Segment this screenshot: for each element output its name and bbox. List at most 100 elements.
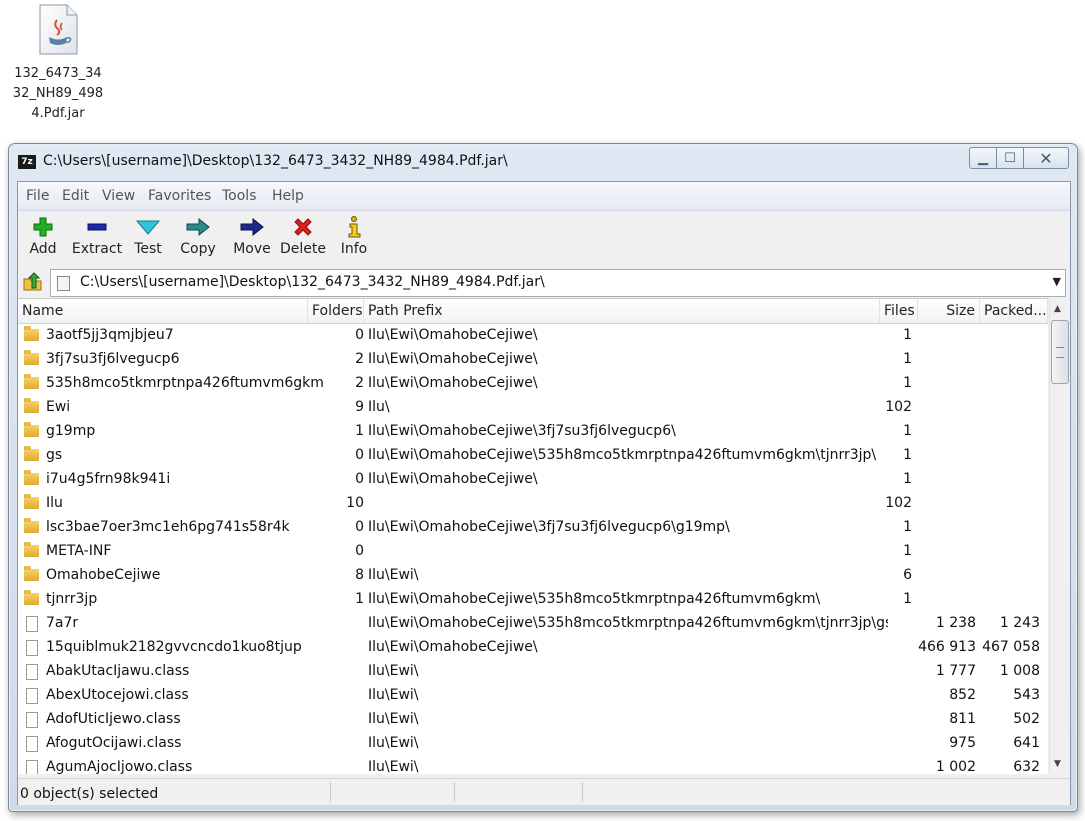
scroll-thumb[interactable] [1051,320,1069,384]
table-row[interactable]: 7a7r Ilu\Ewi\OmahobeCejiwe\535h8mco5tkmrp… [18,611,1048,635]
table-row[interactable]: tjnrr3jp 1 Ilu\Ewi\OmahobeCejiwe\535h8mco5… [18,587,1048,611]
copy-arrow-icon [178,215,218,239]
row-files: 1 [903,543,912,559]
table-row[interactable]: META-INF 0 1 [18,539,1048,563]
java-jar-file-icon [37,4,79,56]
column-name[interactable]: Name [18,299,308,323]
check-icon [130,215,166,239]
row-packed [980,491,1040,515]
window-title: C:\Users\[username]\Desktop\132_6473_343… [43,153,508,169]
table-row[interactable]: Ewi 9 Ilu\ 102 [18,395,1048,419]
row-icon-cell [24,515,40,539]
table-row[interactable]: AbexUtocejowi.class Ilu\Ewi\ 852 543 [18,683,1048,707]
row-path-prefix: Ilu\Ewi\OmahobeCejiwe\ [368,351,538,367]
address-dropdown-icon[interactable]: ▼ [1053,275,1061,288]
row-name: AfogutOcijawi.class [46,735,182,751]
minus-icon [70,215,124,239]
address-field[interactable]: C:\Users\[username]\Desktop\132_6473_343… [50,269,1066,297]
extract-button[interactable]: Extract [70,215,124,263]
menu-view[interactable]: View [102,188,135,204]
desktop-file-label-line-3: 4.Pdf.jar [31,106,85,121]
row-folders [308,611,364,635]
move-arrow-icon [232,215,272,239]
table-row[interactable]: AfogutOcijawi.class Ilu\Ewi\ 975 641 [18,731,1048,755]
row-icon-cell [24,563,40,587]
menu-help[interactable]: Help [272,188,304,204]
minimize-icon: ▁ [978,150,988,166]
row-size: 975 [949,735,976,751]
row-files [880,611,912,635]
table-row[interactable]: OmahobeCejiwe 8 Ilu\Ewi\ 6 [18,563,1048,587]
folder-icon [24,446,39,461]
add-button[interactable]: Add [24,215,62,263]
row-folders: 0 [355,543,364,559]
table-row[interactable]: 15quiblmuk2182gvvcncdo1kuo8tjup Ilu\Ewi\O… [18,635,1048,659]
table-row[interactable]: 3aotf5jj3qmjbjeu7 0 Ilu\Ewi\OmahobeCejiwe\… [18,323,1048,347]
table-row[interactable]: AgumAjocIjowo.class Ilu\Ewi\ 1 002 632 [18,755,1048,774]
row-name: 3aotf5jj3qmjbjeu7 [46,327,174,343]
folder-icon [24,566,39,581]
menu-tools[interactable]: Tools [222,188,257,204]
table-row[interactable]: lsc3bae7oer3mc1eh6pg741s58r4k 0 Ilu\Ewi\Om… [18,515,1048,539]
column-packed[interactable]: Packed... [980,299,1048,323]
vertical-scrollbar[interactable]: ▲ ▼ [1049,298,1069,773]
table-row[interactable]: 3fj7su3fj6lvegucp6 2 Ilu\Ewi\OmahobeCejiwe… [18,347,1048,371]
table-row[interactable]: g19mp 1 Ilu\Ewi\OmahobeCejiwe\3fj7su3fj6lv… [18,419,1048,443]
folder-icon [24,374,39,389]
row-files: 102 [885,495,912,511]
row-path-prefix: Ilu\Ewi\OmahobeCejiwe\535h8mco5tkmrptnpa… [368,591,821,607]
row-name: 7a7r [46,615,79,631]
row-icon-cell [24,683,40,707]
desktop-file-label-line-1: 132_6473_34 [14,66,102,81]
scroll-down-icon[interactable]: ▼ [1054,759,1061,769]
menu-favorites[interactable]: Favorites [148,188,211,204]
row-files: 6 [903,567,912,583]
close-button[interactable]: ✕ [1024,147,1069,169]
table-row[interactable]: i7u4g5frn98k941i 0 Ilu\Ewi\OmahobeCejiwe\ 1 [18,467,1048,491]
window-client-area: File Edit View Favorites Tools Help Add … [17,181,1071,805]
row-files [880,635,912,659]
test-button[interactable]: Test [130,215,166,263]
row-icon-cell [24,755,40,774]
folder-icon [24,470,39,485]
row-icon-cell [24,419,40,443]
column-folders[interactable]: Folders [308,299,364,323]
table-row[interactable]: AbakUtacIjawu.class Ilu\Ewi\ 1 777 1 008 [18,659,1048,683]
column-files[interactable]: Files [880,299,918,323]
row-packed: 543 [1013,687,1040,703]
minimize-button[interactable]: ▁ [969,147,997,169]
row-icon-cell [24,539,40,563]
row-name: Ilu [46,495,63,511]
row-folders [308,635,364,659]
info-icon [338,215,370,239]
column-path-prefix[interactable]: Path Prefix [364,299,880,323]
copy-button[interactable]: Copy [178,215,218,263]
row-folders: 8 [355,567,364,583]
folder-icon [24,326,39,341]
table-row[interactable]: gs 0 Ilu\Ewi\OmahobeCejiwe\535h8mco5tkmrpt… [18,443,1048,467]
move-button[interactable]: Move [232,215,272,263]
delete-button[interactable]: Delete [280,215,326,263]
table-row[interactable]: AdofUticIjewo.class Ilu\Ewi\ 811 502 [18,707,1048,731]
row-folders [308,659,364,683]
maximize-button[interactable]: ☐ [997,147,1024,169]
7zip-app-icon[interactable]: 7z [18,155,36,169]
table-row[interactable]: Ilu 10 102 [18,491,1048,515]
extract-label: Extract [71,241,123,257]
table-row[interactable]: 535h8mco5tkmrptnpa426ftumvm6gkm 2 Ilu\Ewi\… [18,371,1048,395]
menu-edit[interactable]: Edit [62,188,89,204]
row-files: 1 [903,471,912,487]
up-folder-button[interactable] [22,272,44,292]
file-list[interactable]: Name Folders Path Prefix Files Size Pack… [18,298,1048,774]
column-size[interactable]: Size [918,299,980,323]
row-path-prefix: Ilu\Ewi\ [368,735,419,751]
status-section-packed [454,782,583,802]
row-folders [308,707,364,731]
title-bar[interactable]: 7z C:\Users\[username]\Desktop\132_6473_… [9,144,1077,178]
row-path-prefix: Ilu\Ewi\OmahobeCejiwe\3fj7su3fj6lvegucp6… [368,519,730,535]
row-packed: 641 [1013,735,1040,751]
desktop-jar-file[interactable]: 132_6473_34 32_NH89_498 4.Pdf.jar [10,4,106,124]
menu-file[interactable]: File [26,188,49,204]
scroll-up-icon[interactable]: ▲ [1054,304,1061,314]
info-button[interactable]: Info [338,215,370,263]
